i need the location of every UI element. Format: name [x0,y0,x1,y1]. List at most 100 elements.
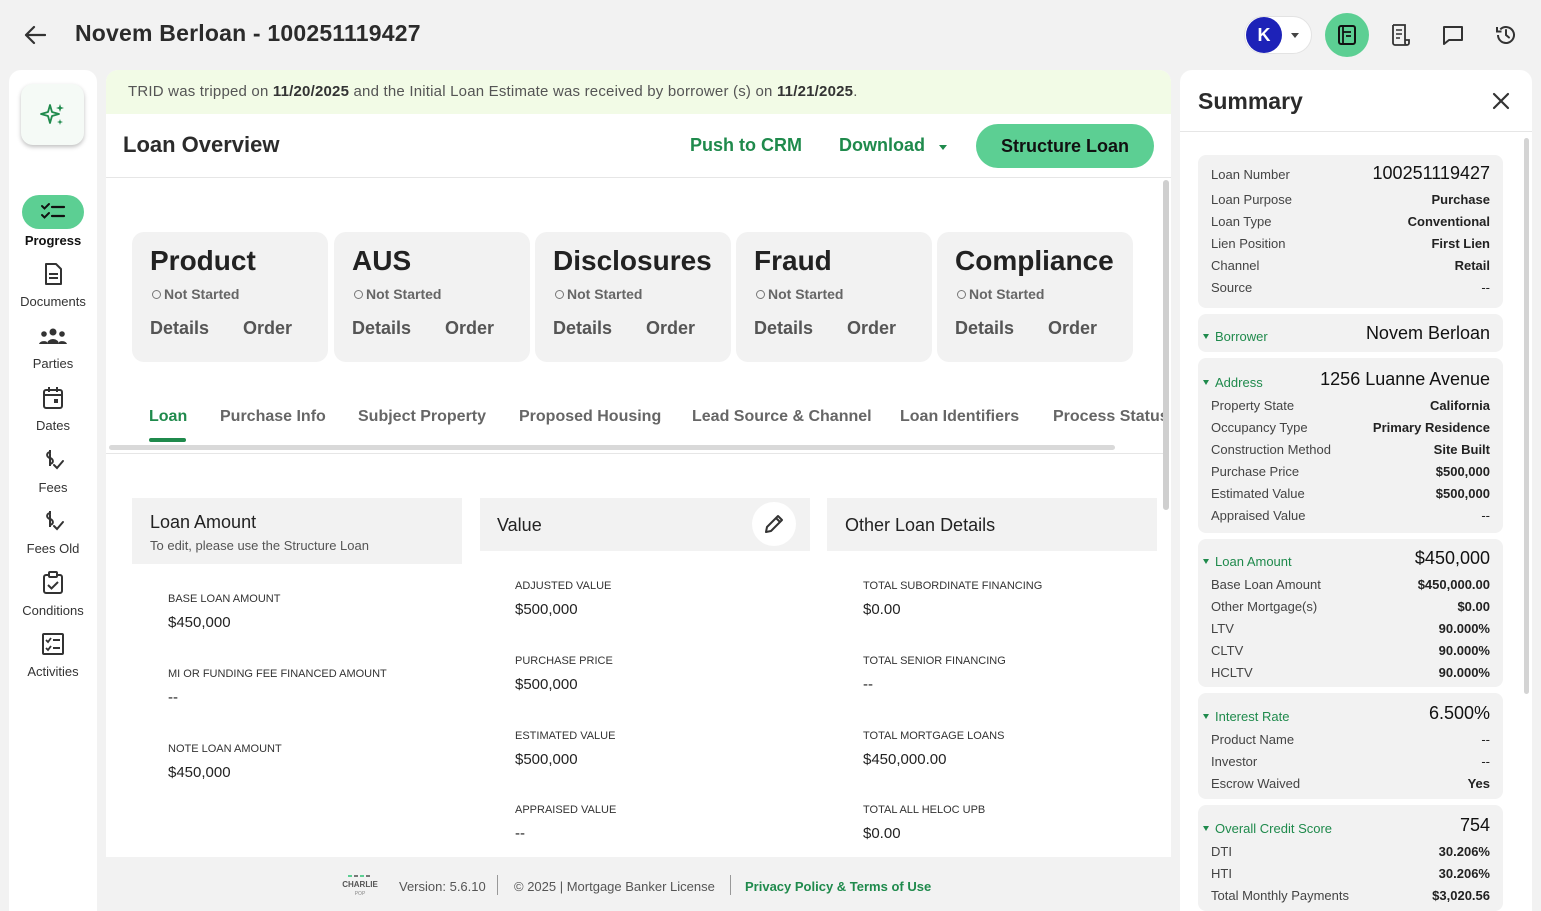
row-label: Total Monthly Payments [1211,888,1350,903]
address-toggle[interactable]: Address [1203,375,1263,390]
row-value: 90.000% [1438,665,1490,680]
head-label: Interest Rate [1215,709,1290,724]
summary-row: Total Monthly Payments $3,020.56 [1211,888,1490,903]
details-link[interactable]: Details [754,318,813,339]
tab-proposed-housing[interactable]: Proposed Housing [519,408,661,426]
card-title: Disclosures [553,245,712,276]
avatar: K [1246,17,1282,53]
divider [1180,131,1532,132]
details-link[interactable]: Details [150,318,209,339]
loan-file-icon[interactable] [1325,13,1369,57]
structure-loan-button[interactable]: Structure Loan [976,124,1154,168]
nav-item-fees[interactable]: Fees [9,444,97,495]
nav-item-conditions[interactable]: Conditions [9,567,97,618]
loan-amount-toggle[interactable]: Loan Amount [1203,554,1292,569]
summary-row: Base Loan Amount $450,000.00 [1211,577,1490,592]
tab-loan-identifiers[interactable]: Loan Identifiers [900,408,1019,426]
circle-icon [756,289,765,299]
row-value: California [1430,398,1490,413]
row-label: Other Mortgage(s) [1211,599,1318,614]
tab-loan[interactable]: Loan [149,408,187,426]
user-menu[interactable]: K [1244,16,1312,54]
row-label: HCLTV [1211,665,1253,680]
card-title: Product [150,245,256,276]
address-value: 1256 Luanne Avenue [1320,369,1490,389]
row-label: Escrow Waived [1211,776,1301,791]
status-card-aus: AUS Not Started Details Order [334,232,530,362]
nav-item-parties[interactable]: Parties [9,320,97,371]
summary-title: Summary [1198,88,1303,114]
back-arrow-icon[interactable] [22,22,48,48]
chat-icon[interactable] [1432,14,1474,56]
field-label: TOTAL ALL HELOC UPB [863,804,986,816]
order-link[interactable]: Order [847,318,896,339]
card-title: Compliance [955,245,1114,276]
field-value: $0.00 [863,825,901,842]
overview-header: Loan Overview Push to CRM Download Struc… [106,114,1171,178]
summary-loan-amount-card: Loan Amount $450,000 Base Loan Amount $45… [1198,539,1503,687]
interest-rate-toggle[interactable]: Interest Rate [1203,709,1289,724]
summary-row: Source -- [1211,280,1490,295]
row-label: HTI [1211,866,1232,881]
nav-label: Parties [32,356,74,371]
receipt-icon[interactable] [1379,14,1421,56]
row-label: Lien Position [1211,236,1286,251]
sparkle-icon[interactable] [21,84,84,145]
history-icon[interactable] [1485,14,1527,56]
le-received-date: 11/21/2025 [776,83,854,100]
order-link[interactable]: Order [646,318,695,339]
row-label: Source [1211,280,1253,295]
tab-lead-source-channel[interactable]: Lead Source & Channel [692,408,872,426]
borrower-toggle[interactable]: Borrower [1203,329,1268,344]
summary-row: Purchase Price $500,000 [1211,464,1490,479]
main-scrollbar[interactable] [1163,180,1169,510]
chevron-down-icon[interactable] [939,145,947,150]
tab-process-status[interactable]: Process Status [1053,408,1169,426]
details-link[interactable]: Details [352,318,411,339]
row-label: Loan Purpose [1211,192,1292,207]
tab-purchase-info[interactable]: Purchase Info [220,408,326,426]
tabs-scrollbar[interactable] [109,445,1115,450]
clipboard-check-icon [9,567,97,599]
row-value: 30.206% [1438,866,1490,881]
close-icon[interactable] [1489,89,1513,113]
people-icon [9,320,97,352]
edit-pencil-icon[interactable] [752,502,796,546]
details-link[interactable]: Details [955,318,1014,339]
nav-item-activities[interactable]: Activities [9,628,97,679]
interest-rate-value: 6.500% [1428,703,1490,723]
nav-item-dates[interactable]: Dates [9,382,97,433]
summary-scrollbar[interactable] [1524,138,1529,694]
credit-score-toggle[interactable]: Overall Credit Score [1203,821,1332,836]
nav-item-fees-old[interactable]: Fees Old [9,505,97,556]
push-to-crm-button[interactable]: Push to CRM [690,135,802,156]
details-link[interactable]: Details [553,318,612,339]
download-button[interactable]: Download [839,135,925,156]
row-label: Investor [1211,754,1258,769]
row-value: Purchase [1431,192,1490,207]
divider [106,453,1164,454]
summary-row: Product Name -- [1211,732,1490,747]
field-total-senior-financing: TOTAL SENIOR FINANCING -- [863,655,1006,693]
tab-subject-property[interactable]: Subject Property [358,408,486,426]
summary-row: Investor -- [1211,754,1490,769]
summary-credit-card: Overall Credit Score 754 DTI 30.206% HTI 3… [1198,805,1503,911]
row-value: -- [1481,732,1490,747]
row-value: $500,000 [1435,464,1490,479]
circle-icon [152,289,161,299]
order-link[interactable]: Order [243,318,292,339]
privacy-policy-link[interactable]: Privacy Policy & Terms of Use [745,879,931,894]
nav-item-documents[interactable]: Documents [9,258,97,309]
dollar-check-icon [9,444,97,476]
nav-item-progress[interactable]: Progress [9,195,97,248]
order-link[interactable]: Order [445,318,494,339]
banner-text: . [853,83,858,100]
summary-row: Channel Retail [1211,258,1490,273]
field-label: ESTIMATED VALUE [515,730,616,742]
row-value: Yes [1467,776,1490,791]
field-label: TOTAL SENIOR FINANCING [863,655,1006,667]
field-label: APPRAISED VALUE [515,804,617,816]
banner-text: and the Initial Loan Estimate was receiv… [349,83,777,100]
charlie-pop-logo: CHARLIE POP [336,873,384,897]
order-link[interactable]: Order [1048,318,1097,339]
